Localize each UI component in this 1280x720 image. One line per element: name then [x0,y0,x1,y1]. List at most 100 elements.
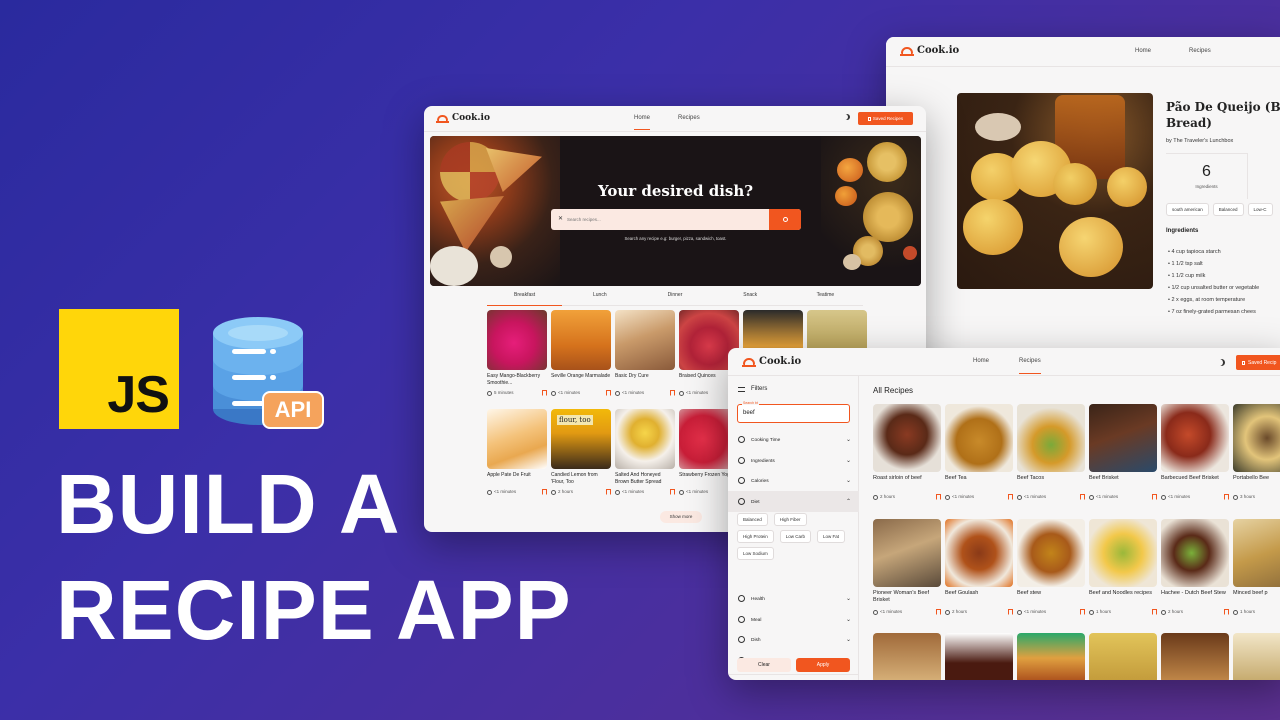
nav-recipes[interactable]: Recipes [1189,48,1211,54]
filter-cooking-time[interactable]: Cooking Time ⌄ [728,429,859,450]
app-logo[interactable]: Cook.io [436,113,490,123]
nav-home[interactable]: Home [973,358,989,374]
recipe-thumbnail: flour, too [551,409,611,469]
bookmark-icon[interactable] [1080,494,1085,500]
recipe-title: Basic Dry Cure [615,373,649,379]
bookmark-icon[interactable] [1008,609,1013,615]
recipe-meta: <1 minutes [1017,609,1085,615]
filter-row-label: Diet [738,497,760,505]
cook-time: <1 minutes [487,489,516,495]
diet-chip-high-fiber[interactable]: High Fiber [773,513,807,526]
saved-recipes-button[interactable]: Saved Recipes [858,112,913,125]
recipe-card[interactable]: Basic Dry Cure <1 minutes [615,310,675,396]
tag-chip[interactable]: south american [1166,203,1209,216]
app-logo[interactable]: Cook.io [742,356,801,367]
meal-tabs: Breakfast Lunch Dinner Snack Teatime [487,292,863,306]
tab-snack[interactable]: Snack [713,292,788,305]
tab-dinner[interactable]: Dinner [637,292,712,305]
recipe-card[interactable]: Barbecued Beef Brisket <1 minutes [1161,404,1229,500]
diet-chip-low-fat[interactable]: Low Fat [817,530,846,543]
bookmark-icon[interactable] [542,489,547,495]
recipe-card[interactable]: Beef stew <1 minutes [1017,519,1085,615]
recipe-card[interactable] [1017,633,1085,680]
clock-icon [615,390,620,396]
recipe-card[interactable] [873,633,941,680]
diet-chip-balanced[interactable]: Balanced [737,513,768,526]
recipe-title: Beef and Noodles recipes [1089,590,1152,596]
bookmark-icon[interactable] [1152,494,1157,500]
recipe-title: Roast sirloin of beef [873,475,922,481]
recipe-card[interactable] [1233,633,1280,680]
saved-recipes-button[interactable]: Saved Recip [1236,355,1280,370]
filter-row-text: Ingredients [751,458,775,464]
filter-meal[interactable]: Meal ⌄ [728,609,859,630]
app-logo[interactable]: Cook.io [900,45,959,56]
bookmark-icon[interactable] [1224,609,1229,615]
nav-recipes[interactable]: Recipes [678,115,700,130]
recipe-card[interactable]: Beef Brisket <1 minutes [1089,404,1157,500]
bookmark-icon[interactable] [606,489,611,495]
nav-home[interactable]: Home [1135,48,1151,54]
filter-dish[interactable]: Dish ⌄ [728,629,859,650]
recipe-card[interactable]: Apple Pate De Fruit <1 minutes [487,409,547,495]
bookmark-icon[interactable] [1152,609,1157,615]
recipe-card[interactable]: Beef Tacos <1 minutes [1017,404,1085,500]
recipe-card[interactable]: Beef Tea <1 minutes [945,404,1013,500]
recipe-card[interactable]: Salted And Honeyed Brown Butter Spread <1… [615,409,675,495]
ingredients-stat: 6 Ingredients [1166,153,1248,199]
show-more-button[interactable]: Show more [660,511,702,523]
recipe-card[interactable]: Pioneer Woman's Beef Brisket <1 minutes [873,519,941,615]
diet-chip-high-protein[interactable]: High Protein [737,530,774,543]
tag-chip[interactable]: Balanced [1212,203,1244,216]
tag-chip[interactable]: Low-C [1247,203,1273,216]
diet-icon [738,497,745,505]
tab-breakfast[interactable]: Breakfast [487,292,563,306]
recipe-card[interactable]: Portabello Bee 3 hours [1233,404,1280,500]
nav-recipes[interactable]: Recipes [1019,358,1041,374]
bookmark-icon[interactable] [542,390,547,396]
recipe-card[interactable] [945,633,1013,680]
bookmark-icon[interactable] [670,489,675,495]
diet-chip-low-sodium[interactable]: Low Sodium [737,547,774,560]
bookmark-icon[interactable] [936,609,941,615]
search-button[interactable] [769,209,801,230]
bookmark-icon[interactable] [1224,494,1229,500]
search-input[interactable] [567,213,757,226]
cloche-icon [436,115,449,123]
filter-diet[interactable]: Diet ⌃ [728,490,859,512]
clear-button[interactable]: Clear [737,658,791,672]
cook-time-text: <1 minutes [686,489,709,495]
cooking-time-icon [738,436,745,443]
recipe-card[interactable]: Hachee - Dutch Beef Stew 2 hours [1161,519,1229,615]
apply-button[interactable]: Apply [796,658,850,672]
ingredients-count-label: Ingredients [1195,184,1218,189]
recipe-card[interactable]: Roast sirloin of beef 2 hours [873,404,941,500]
filter-calories[interactable]: Calories ⌄ [728,470,859,491]
theme-toggle-icon[interactable] [844,114,850,120]
recipe-card[interactable] [1089,633,1157,680]
tab-teatime[interactable]: Teatime [788,292,863,305]
recipe-card[interactable]: Seville Orange Marmalade <1 minutes [551,310,611,396]
filter-health[interactable]: Health ⌄ [728,588,859,609]
recipes-window: Cook.io Home Recipes Saved Recip Filters… [728,348,1280,680]
recipe-card[interactable] [1161,633,1229,680]
ingredients-icon [738,456,745,464]
recipe-card[interactable]: Beef Goulash 2 hours [945,519,1013,615]
recipe-card[interactable]: Beef and Noodles recipes 1 hours [1089,519,1157,615]
clock-icon [551,489,556,495]
bookmark-icon[interactable] [1080,609,1085,615]
nav-home[interactable]: Home [634,115,651,130]
recipe-card[interactable]: Easy Mango-Blackberry Smoothie... 5 minut… [487,310,547,396]
bookmark-icon[interactable] [670,390,675,396]
filter-ingredients[interactable]: Ingredients ⌄ [728,450,859,471]
database-icon: API [212,309,324,431]
tab-lunch[interactable]: Lunch [562,292,637,305]
theme-toggle-icon[interactable] [1218,359,1225,366]
recipe-card[interactable]: Minced beef p 1 hours [1233,519,1280,615]
bookmark-icon[interactable] [1008,494,1013,500]
diet-chip-low-carb[interactable]: Low Carb [779,530,812,543]
bookmark-icon[interactable] [936,494,941,500]
recipe-card[interactable]: flour, too Candied Lemon from 'Flour, Too… [551,409,611,495]
bookmark-icon[interactable] [606,390,611,396]
search-field[interactable]: Search bt beef [737,401,850,423]
